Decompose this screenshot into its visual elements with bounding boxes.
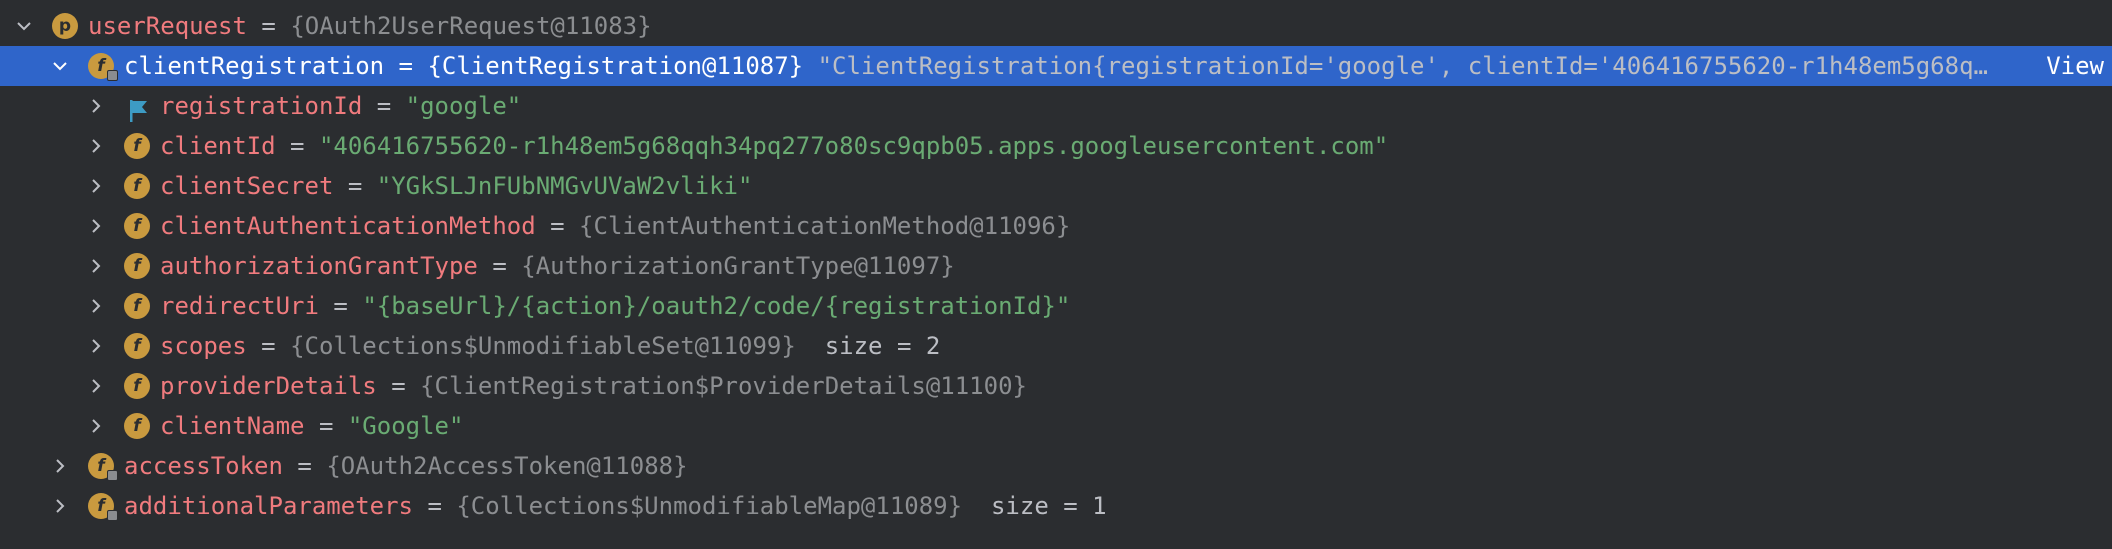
variable-text: clientRegistration = {ClientRegistration… <box>124 46 1988 86</box>
chevron-right-icon[interactable] <box>86 86 106 126</box>
variable-text: additionalParameters = {Collections$Unmo… <box>124 486 1107 526</box>
variable-text: clientAuthenticationMethod = {ClientAuth… <box>160 206 1070 246</box>
variable-name: clientName <box>160 412 305 440</box>
variable-name: additionalParameters <box>124 492 413 520</box>
equals-sign: = <box>427 492 442 520</box>
chevron-right-icon[interactable] <box>86 246 106 286</box>
variable-name: clientRegistration <box>124 52 385 80</box>
variable-value: "Google" <box>347 412 464 440</box>
tree-row-access-token[interactable]: f accessToken = {OAuth2AccessToken@11088… <box>0 446 2112 486</box>
variable-value: {ClientAuthenticationMethod@11096} <box>579 212 1071 240</box>
chevron-right-icon[interactable] <box>86 166 106 206</box>
variable-name: redirectUri <box>160 292 319 320</box>
variable-text: registrationId = "google" <box>160 86 521 126</box>
tree-row-redirect-uri[interactable]: f redirectUri = "{baseUrl}/{action}/oaut… <box>0 286 2112 326</box>
equals-sign: = <box>376 92 392 120</box>
variable-text: redirectUri = "{baseUrl}/{action}/oauth2… <box>160 286 1070 326</box>
variable-text: clientName = "Google" <box>160 406 463 446</box>
variable-value: {Collections$UnmodifiableMap@11089} <box>456 492 963 520</box>
collection-size: size = 2 <box>824 332 941 360</box>
variable-value: "406416755620-r1h48em5g68qqh34pq277o80sc… <box>318 132 1389 160</box>
field-icon: f <box>124 333 150 359</box>
tree-row-client-name[interactable]: f clientName = "Google" <box>0 406 2112 446</box>
variable-name: clientSecret <box>160 172 334 200</box>
variable-value: "{baseUrl}/{action}/oauth2/code/{registr… <box>362 292 1071 320</box>
tree-row-client-registration[interactable]: f clientRegistration = {ClientRegistrati… <box>0 46 2112 86</box>
tree-row-client-secret[interactable]: f clientSecret = "YGkSLJnFUbNMGvUVaW2vli… <box>0 166 2112 206</box>
equals-sign: = <box>318 412 334 440</box>
variable-value: {Collections$UnmodifiableSet@11099} <box>290 332 796 360</box>
field-icon: f <box>88 493 118 521</box>
equals-sign: = <box>347 172 363 200</box>
variable-text: providerDetails = {ClientRegistration$Pr… <box>160 366 1027 406</box>
chevron-right-icon[interactable] <box>86 126 106 166</box>
variable-text: clientSecret = "YGkSLJnFUbNMGvUVaW2vliki… <box>160 166 752 206</box>
field-icon: f <box>124 373 150 399</box>
variable-name: accessToken <box>124 452 283 480</box>
variable-text: authorizationGrantType = {AuthorizationG… <box>160 246 955 286</box>
variable-text: accessToken = {OAuth2AccessToken@11088} <box>124 446 688 486</box>
equals-sign: = <box>297 452 312 480</box>
equals-sign: = <box>391 372 406 400</box>
debugger-variables-tree: p userRequest = {OAuth2UserRequest@11083… <box>0 0 2112 549</box>
field-icon: f <box>124 213 150 239</box>
chevron-down-icon[interactable] <box>14 6 34 46</box>
chevron-right-icon[interactable] <box>86 206 106 246</box>
variable-tostring: "ClientRegistration{registrationId='goog… <box>817 52 1988 80</box>
view-link[interactable]: View <box>2036 46 2104 86</box>
field-icon: f <box>124 413 150 439</box>
variable-value: "google" <box>405 92 522 120</box>
parameter-icon: p <box>52 13 78 39</box>
variable-value: {ClientRegistration@11087} <box>427 52 804 80</box>
variable-name: clientId <box>160 132 276 160</box>
tree-row-scopes[interactable]: f scopes = {Collections$UnmodifiableSet@… <box>0 326 2112 366</box>
field-icon: f <box>88 453 118 481</box>
chevron-right-icon[interactable] <box>86 366 106 406</box>
variable-value: {ClientRegistration$ProviderDetails@1110… <box>420 372 1027 400</box>
equals-sign: = <box>261 332 276 360</box>
equals-sign: = <box>398 52 413 80</box>
chevron-right-icon[interactable] <box>86 286 106 326</box>
equals-sign: = <box>492 252 507 280</box>
field-icon: f <box>88 53 118 81</box>
variable-text: clientId = "406416755620-r1h48em5g68qqh3… <box>160 126 1388 166</box>
chevron-right-icon[interactable] <box>50 486 70 526</box>
chevron-down-icon[interactable] <box>50 46 70 86</box>
field-icon: f <box>124 133 150 159</box>
variable-name: registrationId <box>160 92 363 120</box>
tree-row-client-id[interactable]: f clientId = "406416755620-r1h48em5g68qq… <box>0 126 2112 166</box>
equals-sign: = <box>290 132 305 160</box>
tree-row-additional-parameters[interactable]: f additionalParameters = {Collections$Un… <box>0 486 2112 526</box>
chevron-right-icon[interactable] <box>50 446 70 486</box>
variable-value: {OAuth2AccessToken@11088} <box>326 452 688 480</box>
variable-value: "YGkSLJnFUbNMGvUVaW2vliki" <box>376 172 753 200</box>
variable-name: authorizationGrantType <box>160 252 478 280</box>
tree-row-provider-details[interactable]: f providerDetails = {ClientRegistration$… <box>0 366 2112 406</box>
variable-value: {OAuth2UserRequest@11083} <box>290 12 652 40</box>
variable-name: providerDetails <box>160 372 377 400</box>
tree-row-client-authentication-method[interactable]: f clientAuthenticationMethod = {ClientAu… <box>0 206 2112 246</box>
equals-sign: = <box>550 212 565 240</box>
variable-name: userRequest <box>88 12 247 40</box>
tree-row-authorization-grant-type[interactable]: f authorizationGrantType = {Authorizatio… <box>0 246 2112 286</box>
field-icon: f <box>124 253 150 279</box>
field-icon: f <box>124 173 150 199</box>
tree-row-user-request[interactable]: p userRequest = {OAuth2UserRequest@11083… <box>0 6 2112 46</box>
chevron-right-icon[interactable] <box>86 406 106 446</box>
variable-name: scopes <box>160 332 247 360</box>
variable-value: {AuthorizationGrantType@11097} <box>521 252 955 280</box>
variable-text: scopes = {Collections$UnmodifiableSet@11… <box>160 326 940 366</box>
variable-name: clientAuthenticationMethod <box>160 212 536 240</box>
flag-icon <box>127 95 151 122</box>
variable-text: userRequest = {OAuth2UserRequest@11083} <box>88 6 652 46</box>
chevron-right-icon[interactable] <box>86 326 106 366</box>
equals-sign: = <box>333 292 348 320</box>
equals-sign: = <box>261 12 276 40</box>
tree-row-registration-id[interactable]: registrationId = "google" <box>0 86 2112 126</box>
collection-size: size = 1 <box>990 492 1107 520</box>
field-icon: f <box>124 293 150 319</box>
